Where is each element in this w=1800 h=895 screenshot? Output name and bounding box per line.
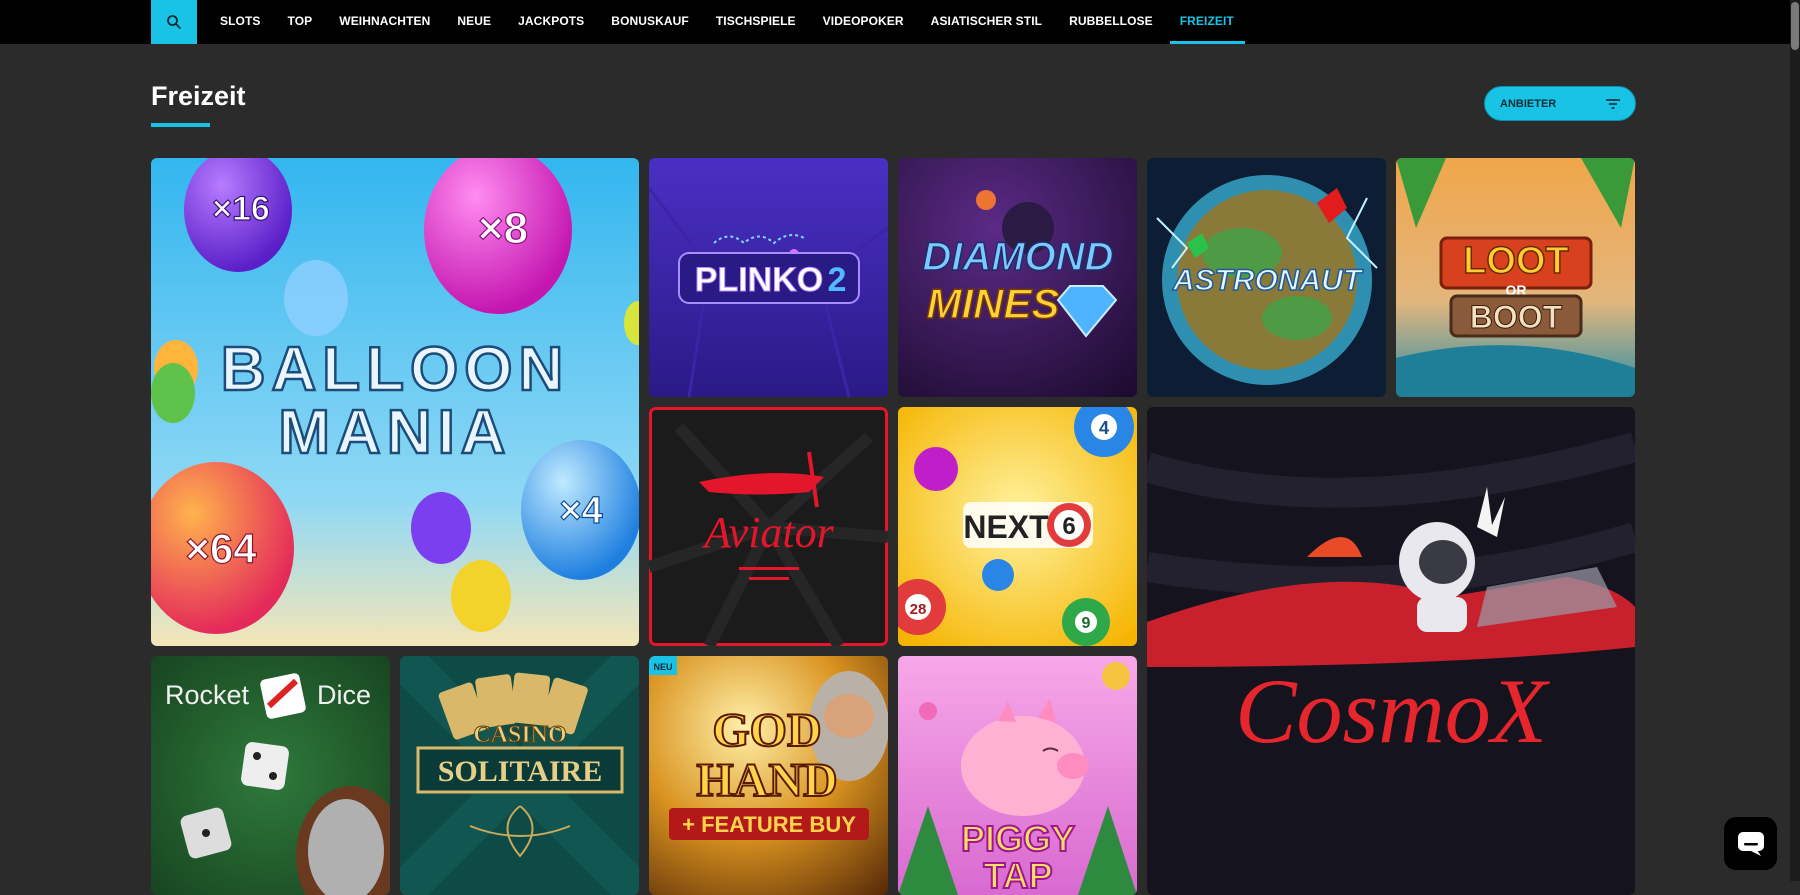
diamond-title-line1: DIAMOND [922, 235, 1113, 279]
nav-weihnachten[interactable]: WEIHNACHTEN [339, 0, 430, 44]
balloon-mult-16: ×16 [212, 190, 270, 228]
plinko-title: PLINKO [695, 261, 823, 299]
cosmox-title: CosmoX [1235, 660, 1551, 762]
nav-neue[interactable]: NEUE [457, 0, 491, 44]
nav-rubbellose[interactable]: RUBBELLOSE [1069, 0, 1153, 44]
page-scrollbar[interactable] [1790, 0, 1800, 881]
top-navigation: SLOTS TOP WEIHNACHTEN NEUE JACKPOTS BONU… [0, 0, 1800, 44]
game-tile-next-6[interactable]: 4 28 9 NEXT 6 [898, 407, 1137, 646]
solitaire-title-line1: CASINO [473, 722, 566, 748]
nav-tischspiele[interactable]: TISCHSPIELE [716, 0, 796, 44]
chat-button[interactable] [1724, 817, 1777, 870]
game-tile-astronaut[interactable]: ASTRONAUT [1147, 158, 1386, 397]
balloon-title-line2: MANIA [278, 398, 511, 467]
balloon-mult-8: ×8 [478, 204, 528, 253]
nav-bonuskauf[interactable]: BONUSKAUF [611, 0, 689, 44]
godhand-title-line1: GOD [712, 704, 821, 757]
search-button[interactable] [151, 0, 197, 44]
filter-icon [1606, 99, 1620, 109]
rocketdice-word-2: Dice [317, 680, 371, 710]
title-underline [151, 123, 210, 127]
new-badge: NEU [653, 662, 672, 672]
nav-videopoker[interactable]: VIDEOPOKER [823, 0, 904, 44]
diamond-title-line2: MINES [926, 280, 1059, 327]
provider-filter-button[interactable]: ANBIETER [1484, 86, 1636, 121]
plinko-number: 2 [828, 261, 847, 299]
piggy-title-line2: TAP [983, 855, 1052, 895]
piggy-title-line1: PIGGY [961, 818, 1075, 859]
balloon-mult-64: ×64 [185, 525, 257, 572]
search-icon [167, 15, 181, 29]
game-tile-plinko-2[interactable]: PLINKO 2 [649, 158, 888, 397]
loot-title-line1: LOOT [1463, 240, 1569, 282]
game-tile-piggy-tap[interactable]: PIGGY TAP [898, 656, 1137, 895]
solitaire-title-line2: SOLITAIRE [438, 755, 603, 788]
nav-jackpots[interactable]: JACKPOTS [518, 0, 584, 44]
godhand-title-line2: HAND [696, 754, 837, 807]
next6-ball-28: 28 [910, 601, 927, 618]
balloon-mult-4: ×4 [559, 490, 602, 532]
nav-asiatischer-stil[interactable]: ASIATISCHER STIL [931, 0, 1042, 44]
next6-number: 6 [1062, 513, 1075, 540]
game-tile-casino-solitaire[interactable]: CASINO SOLITAIRE [400, 656, 639, 895]
game-tile-cosmox[interactable]: CosmoX [1147, 407, 1635, 895]
chat-icon [1737, 831, 1764, 856]
game-tile-balloon-mania[interactable]: ×16 ×8 ×64 ×4 BALLOON MANIA [151, 158, 639, 646]
game-tile-rocket-dice[interactable]: Rocket Dice [151, 656, 390, 895]
category-nav: SLOTS TOP WEIHNACHTEN NEUE JACKPOTS BONU… [220, 0, 1261, 44]
nav-top[interactable]: TOP [288, 0, 313, 44]
nav-slots[interactable]: SLOTS [220, 0, 261, 44]
game-tile-loot-or-boot[interactable]: LOOT OR BOOT [1396, 158, 1635, 397]
next6-ball-9: 9 [1082, 615, 1091, 632]
game-tile-god-hand[interactable]: GOD HAND + FEATURE BUY NEU [649, 656, 888, 895]
scrollbar-thumb[interactable] [1791, 2, 1799, 50]
balloon-title-line1: BALLOON [221, 335, 570, 404]
rocketdice-word-1: Rocket [165, 680, 250, 710]
astronaut-title: ASTRONAUT [1172, 264, 1364, 297]
nav-freizeit[interactable]: FREIZEIT [1169, 0, 1246, 44]
provider-filter-label: ANBIETER [1500, 97, 1557, 110]
aviator-title: Aviator [701, 508, 834, 557]
page-title: Freizeit [151, 81, 246, 111]
game-tile-aviator[interactable]: Aviator [649, 407, 888, 646]
godhand-title-line3: + FEATURE BUY [682, 812, 856, 837]
next6-title: NEXT [963, 509, 1049, 545]
game-tile-diamond-mines[interactable]: DIAMOND MINES [898, 158, 1137, 397]
next6-ball-4: 4 [1099, 418, 1109, 438]
loot-title-line3: BOOT [1470, 299, 1563, 335]
